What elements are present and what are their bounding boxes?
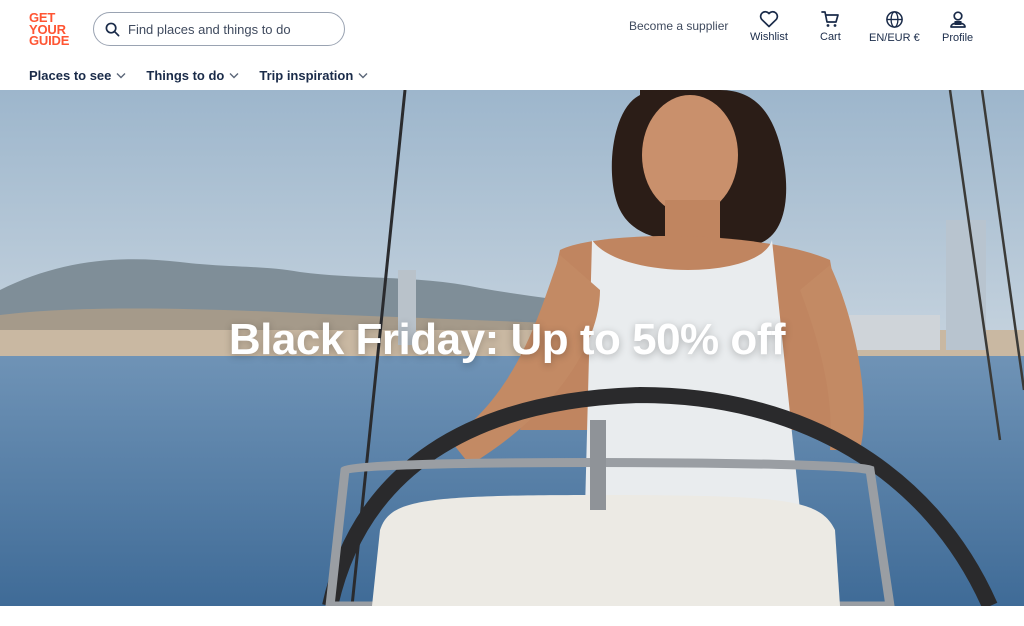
profile-icon <box>949 11 966 28</box>
cart-icon <box>821 11 840 27</box>
language-currency-label: EN/EUR € <box>869 32 920 44</box>
logo-line-3: GUIDE <box>29 33 70 48</box>
brand-logo[interactable]: GET YOUR GUIDE <box>29 11 77 48</box>
nav-places-label: Places to see <box>29 68 112 83</box>
site-header: GET YOUR GUIDE Find places and things to… <box>0 0 1024 90</box>
heart-icon <box>759 10 779 28</box>
nav-places-to-see[interactable]: Places to see <box>29 68 126 83</box>
globe-icon <box>886 11 903 28</box>
sub-navigation: Places to see Things to do Trip inspirat… <box>29 68 368 83</box>
chevron-down-icon <box>358 73 368 79</box>
profile-button[interactable]: Profile <box>942 10 973 44</box>
hero-title: Black Friday: Up to 50% off <box>228 315 786 364</box>
chevron-down-icon <box>229 73 239 79</box>
nav-things-label: Things to do <box>146 68 225 83</box>
nav-trip-inspiration[interactable]: Trip inspiration <box>259 68 368 83</box>
search-placeholder: Find places and things to do <box>128 21 291 37</box>
chevron-down-icon <box>116 73 126 79</box>
hero-banner[interactable]: Black Friday: Up to 50% off <box>0 90 1024 606</box>
search-icon <box>105 22 120 36</box>
page-bottom-strip <box>0 606 1024 626</box>
cart-button[interactable]: Cart <box>820 10 841 43</box>
wishlist-button[interactable]: Wishlist <box>750 10 788 43</box>
profile-label: Profile <box>942 32 974 44</box>
language-currency-button[interactable]: EN/EUR € <box>869 10 920 44</box>
become-supplier-link[interactable]: Become a supplier <box>629 19 728 33</box>
nav-things-to-do[interactable]: Things to do <box>146 68 239 83</box>
wishlist-label: Wishlist <box>750 31 788 43</box>
nav-inspiration-label: Trip inspiration <box>259 68 354 83</box>
cart-label: Cart <box>820 31 841 43</box>
search-input[interactable]: Find places and things to do <box>93 12 345 46</box>
